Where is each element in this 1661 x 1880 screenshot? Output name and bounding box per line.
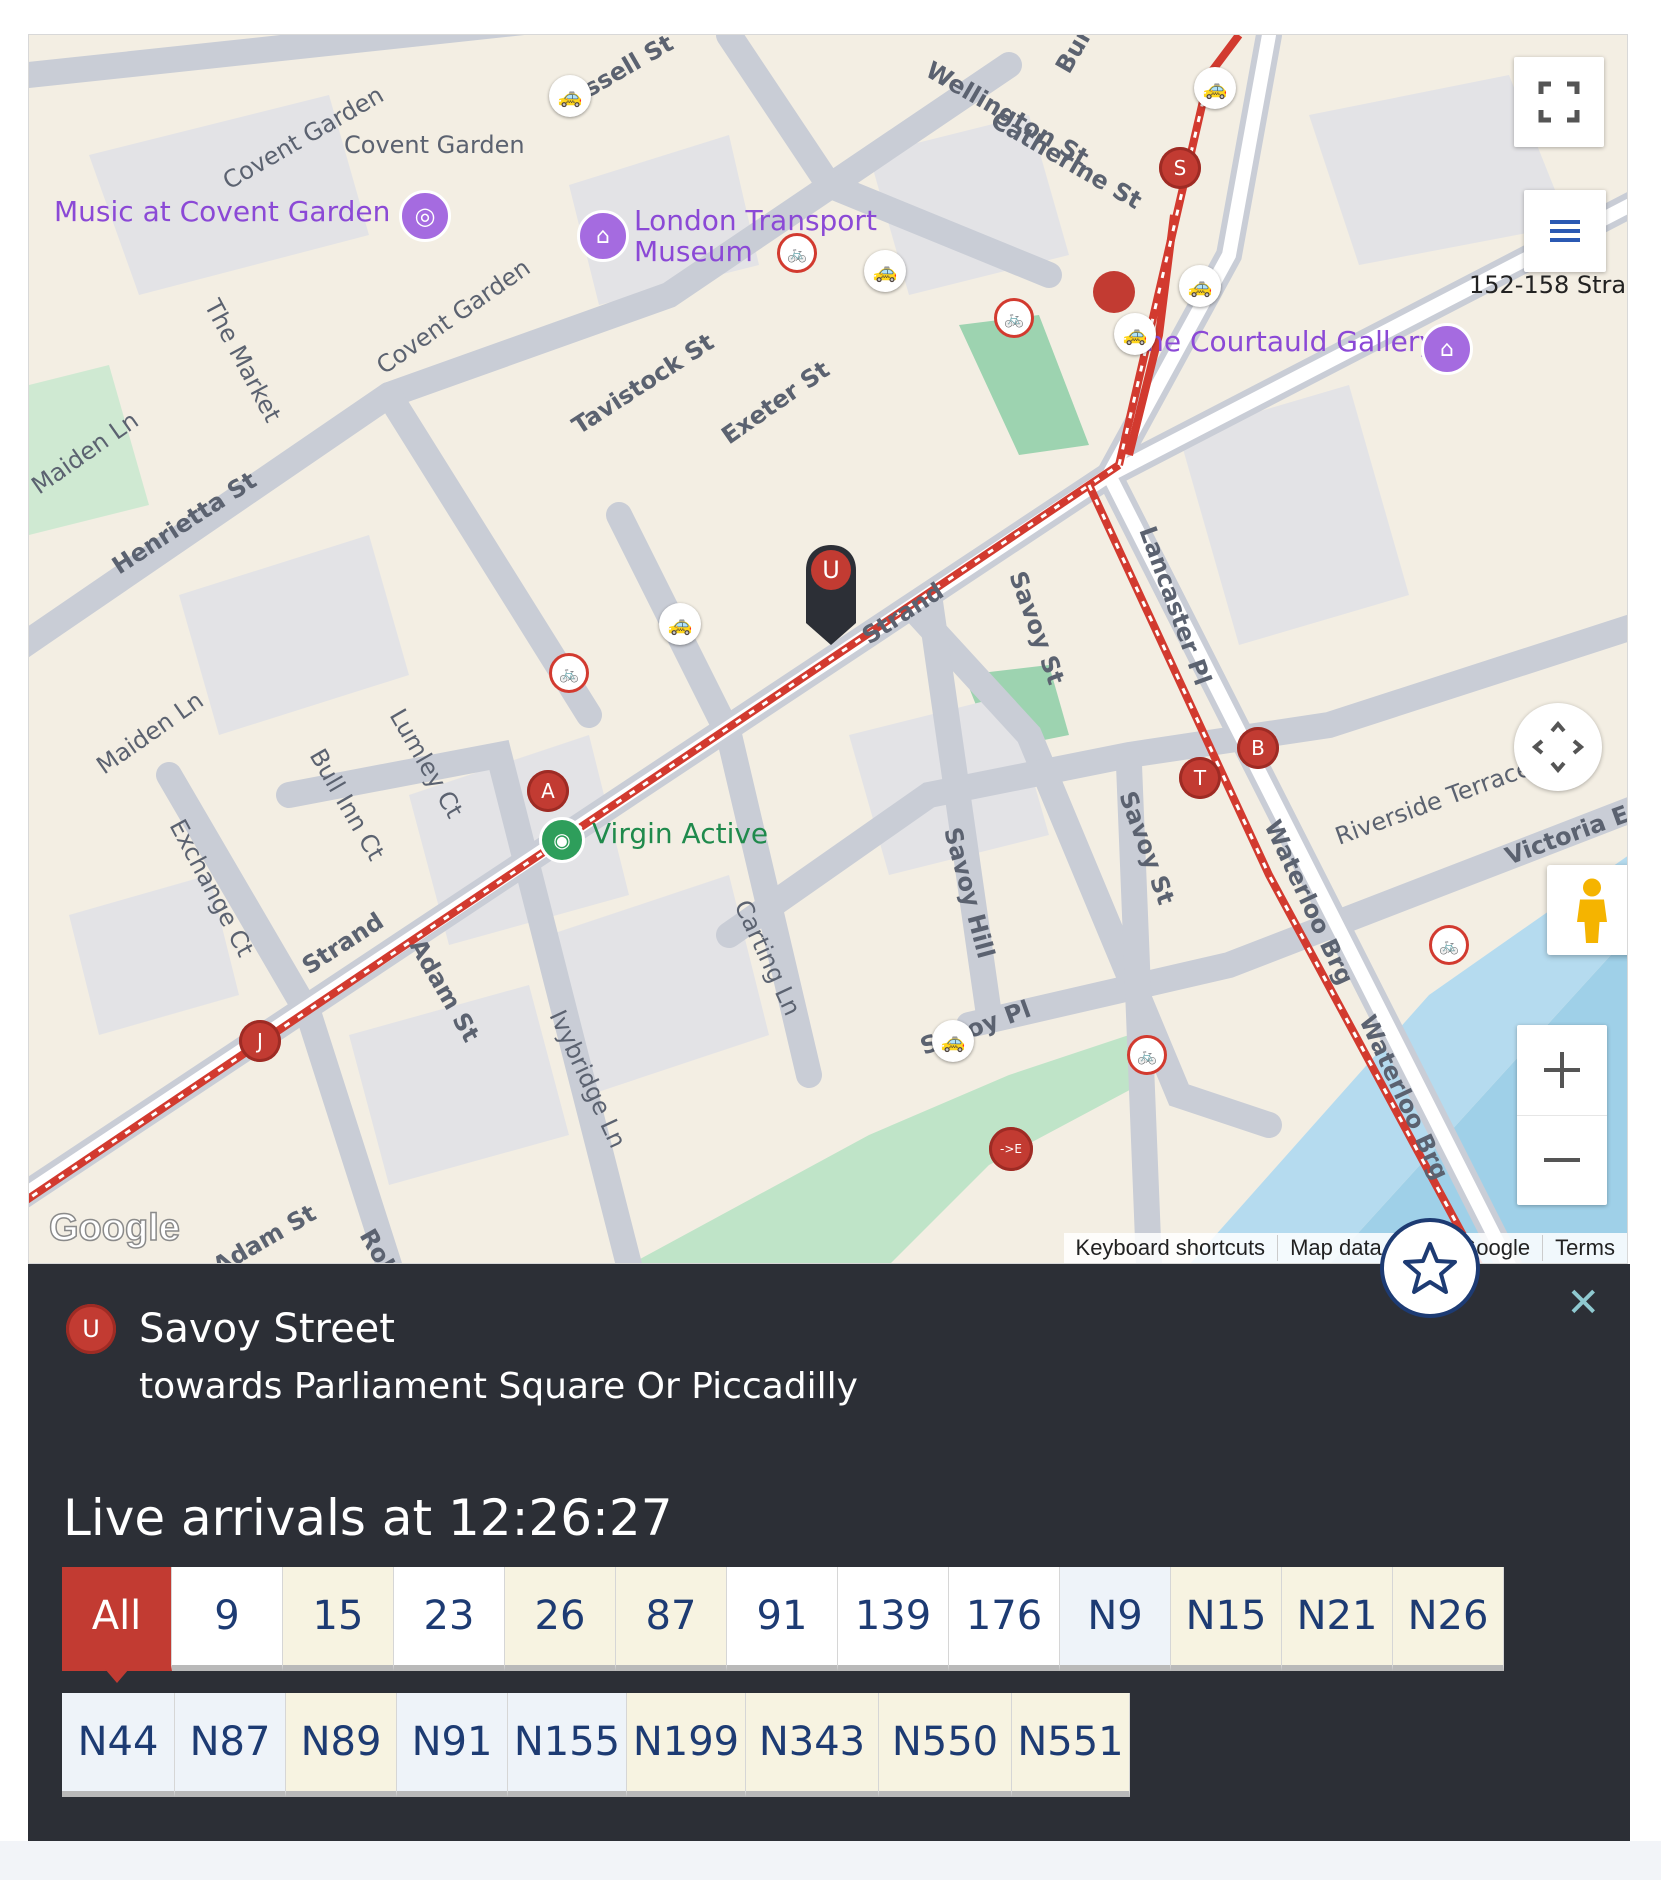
- svg-text:Maiden Ln: Maiden Ln: [91, 686, 208, 780]
- zoom-in-icon: [1544, 1051, 1580, 1088]
- pin-letter: U: [822, 556, 840, 584]
- pegman-icon: [1577, 878, 1607, 943]
- taxi-icon[interactable]: 🚕: [1179, 265, 1221, 307]
- poi-museum-line2: Museum: [634, 235, 753, 268]
- route-tab[interactable]: 87: [616, 1567, 727, 1671]
- layers-button[interactable]: [1524, 190, 1606, 272]
- route-tab[interactable]: N199: [627, 1693, 746, 1797]
- route-tab[interactable]: 9: [172, 1567, 283, 1671]
- route-tab[interactable]: 176: [949, 1567, 1060, 1671]
- svg-text:Burleigh St: Burleigh St: [1050, 35, 1150, 78]
- bus-stop-marker[interactable]: S: [1159, 147, 1201, 189]
- poi-gallery-label[interactable]: The Courtauld Gallery: [1129, 325, 1436, 358]
- zoom-in-button[interactable]: [1517, 1025, 1607, 1116]
- route-tab[interactable]: N21: [1282, 1567, 1393, 1671]
- taxi-icon[interactable]: 🚕: [1114, 313, 1156, 355]
- taxi-icon[interactable]: 🚕: [659, 603, 701, 645]
- gallery-icon[interactable]: ⌂: [1421, 323, 1473, 375]
- live-arrivals-heading: Live arrivals at 12:26:27: [63, 1489, 673, 1547]
- svg-text:The Market: The Market: [198, 294, 286, 427]
- map-attribution: Keyboard shortcuts Map data ©2024 Google…: [1063, 1233, 1627, 1263]
- bus-stop-marker[interactable]: J: [239, 1020, 281, 1062]
- svg-text:Riverside Terrace: Riverside Terrace: [1331, 754, 1534, 851]
- poi-gym-label[interactable]: Virgin Active: [592, 817, 768, 850]
- page-footer-strip: [0, 1841, 1661, 1880]
- bike-dock-icon[interactable]: 🚲: [1429, 925, 1469, 965]
- taxi-icon[interactable]: 🚕: [1194, 67, 1236, 109]
- stop-name: Savoy Street: [139, 1306, 395, 1352]
- svg-text:Exeter St: Exeter St: [716, 355, 834, 450]
- bike-dock-icon[interactable]: 🚲: [994, 298, 1034, 338]
- taxi-icon[interactable]: 🚕: [549, 75, 591, 117]
- terms-link[interactable]: Terms: [1542, 1235, 1627, 1261]
- camera-icon[interactable]: ◎: [399, 190, 451, 242]
- poi-music-label[interactable]: Music at Covent Garden: [54, 195, 390, 228]
- recenter-button[interactable]: [1514, 703, 1602, 791]
- svg-text:152-158 Strand: 152-158 Strand: [1469, 271, 1628, 299]
- keyboard-shortcuts-link[interactable]: Keyboard shortcuts: [1064, 1235, 1278, 1261]
- route-tab[interactable]: 15: [283, 1567, 394, 1671]
- taxi-icon[interactable]: 🚕: [864, 250, 906, 292]
- zoom-out-button[interactable]: [1517, 1116, 1607, 1206]
- close-icon: ✕: [1566, 1280, 1600, 1326]
- bike-dock-icon[interactable]: 🚲: [777, 233, 817, 273]
- poi-museum-label[interactable]: London Transport Museum: [634, 205, 877, 267]
- layers-icon: [1550, 220, 1580, 242]
- route-tab[interactable]: N26: [1393, 1567, 1504, 1671]
- bus-stop-marker[interactable]: B: [1237, 727, 1279, 769]
- svg-text:Covent Garden: Covent Garden: [344, 131, 525, 159]
- route-filter-row-1: All 9 15 23 26 87 91 139 176 N9 N15 N21 …: [62, 1567, 1504, 1683]
- fullscreen-icon: [1538, 81, 1580, 123]
- svg-text:Tavistock St: Tavistock St: [567, 328, 719, 440]
- route-tab[interactable]: N343: [746, 1693, 879, 1797]
- bus-stop-marker[interactable]: T: [1179, 757, 1221, 799]
- svg-text:Adam St: Adam St: [208, 1199, 321, 1264]
- close-button[interactable]: ✕: [1566, 1280, 1600, 1326]
- route-tab[interactable]: N91: [397, 1693, 508, 1797]
- route-tab[interactable]: N155: [508, 1693, 627, 1797]
- street-view-button[interactable]: [1547, 865, 1627, 955]
- route-filter-row-2: N44 N87 N89 N91 N155 N199 N343 N550 N551: [62, 1693, 1130, 1797]
- zoom-out-icon: [1544, 1158, 1580, 1163]
- svg-text:Robert St: Robert St: [354, 1224, 443, 1264]
- fullscreen-button[interactable]: [1514, 57, 1604, 147]
- map-view[interactable]: Covent Garden Covent Garden Covent Garde…: [28, 34, 1628, 1264]
- bike-dock-icon[interactable]: 🚲: [549, 653, 589, 693]
- recenter-icon: [1532, 721, 1584, 773]
- pier-marker[interactable]: ->E: [989, 1127, 1033, 1171]
- poi-museum-line1: London Transport: [634, 204, 877, 237]
- route-tab[interactable]: N15: [1171, 1567, 1282, 1671]
- stop-direction: towards Parliament Square Or Piccadilly: [139, 1366, 858, 1407]
- route-tab[interactable]: 139: [838, 1567, 949, 1671]
- stop-info-panel: U Savoy Street towards Parliament Square…: [28, 1264, 1630, 1841]
- zoom-control[interactable]: [1517, 1025, 1607, 1205]
- taxi-icon[interactable]: 🚕: [932, 1020, 974, 1062]
- svg-text:Bull Inn Ct: Bull Inn Ct: [304, 744, 390, 865]
- gym-icon[interactable]: ◉: [539, 817, 585, 863]
- route-tab[interactable]: N9: [1060, 1567, 1171, 1671]
- route-tab[interactable]: N89: [286, 1693, 397, 1797]
- route-tab[interactable]: N550: [879, 1693, 1012, 1797]
- favourite-button[interactable]: [1380, 1218, 1480, 1318]
- star-icon: [1403, 1242, 1457, 1294]
- route-tab-all[interactable]: All: [62, 1567, 172, 1683]
- svg-text:Victoria E: Victoria E: [1501, 800, 1628, 871]
- route-tab[interactable]: 91: [727, 1567, 838, 1671]
- bus-stop-dot[interactable]: [1093, 271, 1135, 313]
- bus-stop-marker[interactable]: A: [527, 770, 569, 812]
- route-tab[interactable]: 23: [394, 1567, 505, 1671]
- selected-stop-pin[interactable]: U: [804, 543, 858, 647]
- museum-icon[interactable]: ⌂: [577, 210, 629, 262]
- bike-dock-icon[interactable]: 🚲: [1127, 1035, 1167, 1075]
- route-tab[interactable]: N551: [1012, 1693, 1130, 1797]
- route-tab[interactable]: N44: [62, 1693, 175, 1797]
- route-tab[interactable]: 26: [505, 1567, 616, 1671]
- google-logo: Google: [48, 1206, 180, 1250]
- route-tab[interactable]: N87: [175, 1693, 286, 1797]
- stop-letter-badge: U: [66, 1304, 116, 1354]
